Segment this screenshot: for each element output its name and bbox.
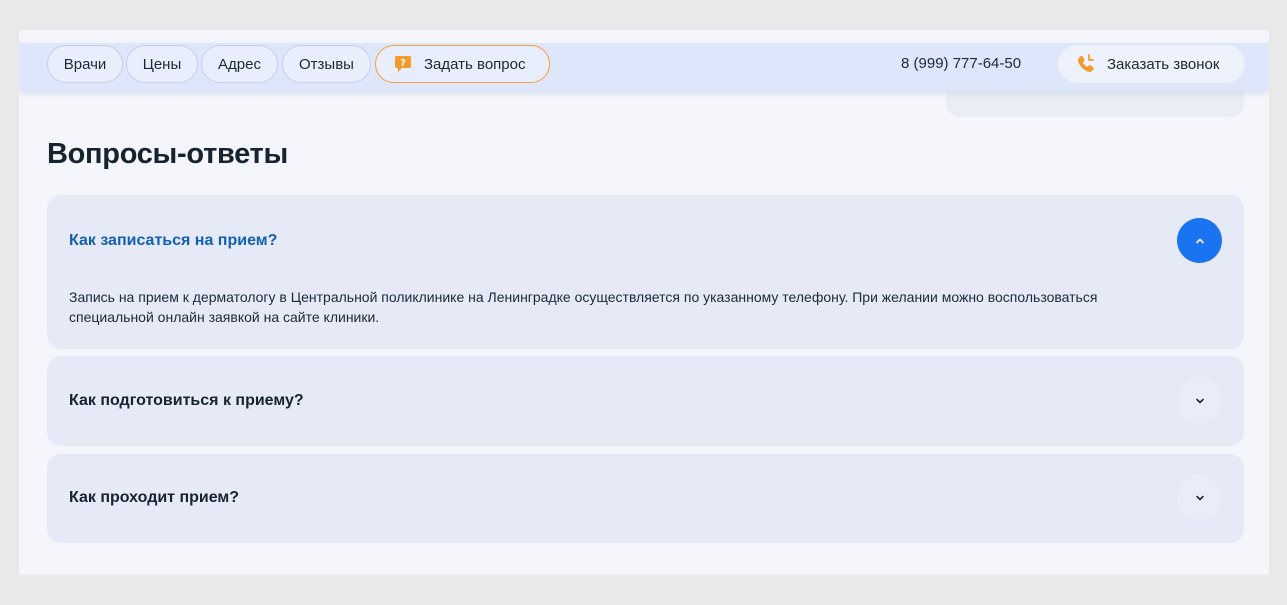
chat-question-icon: ? xyxy=(395,56,411,72)
faq-question[interactable]: Как подготовиться к приему? xyxy=(69,392,304,410)
nav-doctors-tab[interactable]: Врачи xyxy=(47,45,123,83)
faq-item-expanded: Как записаться на прием? Запись на прием… xyxy=(47,195,1244,349)
faq-heading: Вопросы-ответы xyxy=(47,138,288,170)
nav-reviews-tab[interactable]: Отзывы xyxy=(282,45,371,83)
nav-address-tab[interactable]: Адрес xyxy=(201,45,278,83)
nav-prices-tab[interactable]: Цены xyxy=(126,45,198,83)
order-callback-button[interactable]: Заказать звонок xyxy=(1058,45,1245,83)
faq-collapse-button[interactable] xyxy=(1177,218,1222,263)
faq-item-collapsed[interactable]: Как подготовиться к приему? xyxy=(47,356,1244,446)
chevron-up-icon xyxy=(1195,238,1204,243)
faq-expand-button[interactable] xyxy=(1177,475,1222,520)
ask-question-button[interactable]: ? Задать вопрос xyxy=(375,45,550,83)
chevron-down-icon xyxy=(1195,398,1204,403)
faq-answer: Запись на прием к дерматологу в Централь… xyxy=(69,289,1098,325)
phone-call-icon xyxy=(1077,54,1094,73)
phone-number-link[interactable]: 8 (999) 777-64-50 xyxy=(901,55,1021,72)
chevron-down-icon xyxy=(1195,495,1204,500)
faq-question[interactable]: Как записаться на прием? xyxy=(69,232,277,250)
ask-question-label: Задать вопрос xyxy=(424,55,526,73)
callback-label: Заказать звонок xyxy=(1107,55,1220,73)
faq-question[interactable]: Как проходит прием? xyxy=(69,489,239,507)
faq-section-card: Врачи Цены Адрес Отзывы ? Задать вопрос … xyxy=(19,30,1269,575)
faq-item-collapsed[interactable]: Как проходит прием? xyxy=(47,454,1244,543)
sticky-navbar: Врачи Цены Адрес Отзывы ? Задать вопрос … xyxy=(19,43,1269,91)
faq-expand-button[interactable] xyxy=(1177,378,1222,423)
svg-text:?: ? xyxy=(400,58,406,69)
